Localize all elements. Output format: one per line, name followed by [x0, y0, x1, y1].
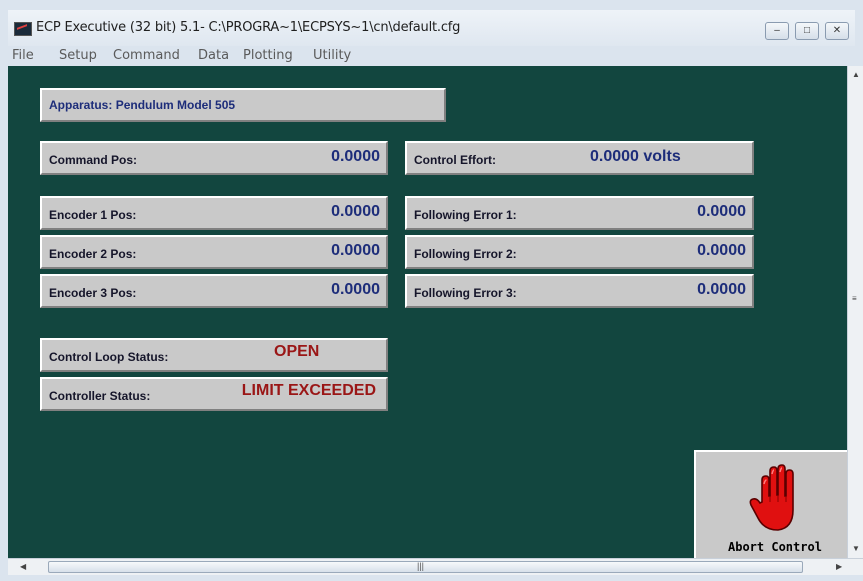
following-error-3-label: Following Error 3: [414, 286, 517, 300]
following-error-2-label: Following Error 2: [414, 247, 517, 261]
menu-utility[interactable]: Utility [313, 48, 351, 63]
menu-plotting[interactable]: Plotting [243, 48, 293, 63]
maximize-icon: □ [803, 25, 811, 36]
menu-data[interactable]: Data [198, 48, 229, 63]
scroll-grip-icon[interactable]: ≡ [852, 294, 857, 303]
minimize-button[interactable]: – [765, 22, 789, 40]
control-loop-status-label: Control Loop Status: [49, 350, 169, 364]
following-error-1-panel: Following Error 1: 0.0000 [405, 196, 754, 230]
control-loop-status-value: OPEN [274, 343, 320, 360]
encoder-2-panel: Encoder 2 Pos: 0.0000 [40, 235, 388, 269]
encoder-3-value: 0.0000 [331, 281, 380, 298]
abort-control-label: Abort Control [728, 540, 822, 554]
scroll-down-icon[interactable]: ▼ [852, 544, 860, 553]
encoder-1-label: Encoder 1 Pos: [49, 208, 137, 222]
following-error-2-value: 0.0000 [697, 242, 746, 259]
encoder-3-panel: Encoder 3 Pos: 0.0000 [40, 274, 388, 308]
command-pos-value: 0.0000 [331, 148, 380, 165]
encoder-1-value: 0.0000 [331, 203, 380, 220]
stop-hand-icon [749, 464, 794, 531]
menu-setup[interactable]: Setup [59, 48, 97, 63]
encoder-1-panel: Encoder 1 Pos: 0.0000 [40, 196, 388, 230]
apparatus-text: Apparatus: Pendulum Model 505 [49, 98, 235, 112]
scroll-left-icon[interactable]: ◀ [20, 562, 26, 571]
control-effort-value: 0.0000 volts [590, 148, 681, 165]
app-window: ECP Executive (32 bit) 5.1- C:\PROGRA~1\… [0, 0, 863, 581]
scroll-up-icon[interactable]: ▲ [852, 70, 860, 79]
following-error-1-label: Following Error 1: [414, 208, 517, 222]
control-effort-panel: Control Effort: 0.0000 volts [405, 141, 754, 175]
command-pos-panel: Command Pos: 0.0000 [40, 141, 388, 175]
abort-control-button[interactable]: Abort Control [694, 450, 852, 560]
controller-status-label: Controller Status: [49, 389, 151, 403]
app-icon [14, 22, 32, 36]
following-error-3-panel: Following Error 3: 0.0000 [405, 274, 754, 308]
following-error-2-panel: Following Error 2: 0.0000 [405, 235, 754, 269]
scroll-grip-icon: ||| [417, 561, 425, 571]
control-effort-label: Control Effort: [414, 153, 496, 167]
close-icon: ✕ [832, 25, 842, 36]
vertical-scrollbar[interactable]: ▲ ≡ ▼ [847, 66, 863, 558]
apparatus-value: Pendulum Model 505 [115, 98, 236, 112]
command-pos-label: Command Pos: [49, 153, 138, 167]
encoder-3-label: Encoder 3 Pos: [49, 286, 137, 300]
controller-status-value: LIMIT EXCEEDED [241, 382, 376, 399]
apparatus-panel: Apparatus: Pendulum Model 505 [40, 88, 446, 122]
following-error-3-value: 0.0000 [697, 281, 746, 298]
menu-file[interactable]: File [12, 48, 34, 63]
encoder-2-value: 0.0000 [331, 242, 380, 259]
horizontal-scroll-thumb[interactable]: ||| [48, 561, 803, 573]
horizontal-scrollbar[interactable]: ◀ ||| ▶ [8, 558, 863, 575]
close-button[interactable]: ✕ [825, 22, 849, 40]
following-error-1-value: 0.0000 [697, 203, 746, 220]
minimize-icon: – [774, 25, 780, 36]
scroll-right-icon[interactable]: ▶ [836, 562, 842, 571]
control-loop-status-panel: Control Loop Status: OPEN [40, 338, 388, 372]
maximize-button[interactable]: □ [795, 22, 819, 40]
encoder-2-label: Encoder 2 Pos: [49, 247, 137, 261]
window-title: ECP Executive (32 bit) 5.1- C:\PROGRA~1\… [36, 20, 461, 35]
menu-command[interactable]: Command [113, 48, 180, 63]
controller-status-panel: Controller Status: LIMIT EXCEEDED [40, 377, 388, 411]
apparatus-label: Apparatus: [49, 98, 113, 112]
